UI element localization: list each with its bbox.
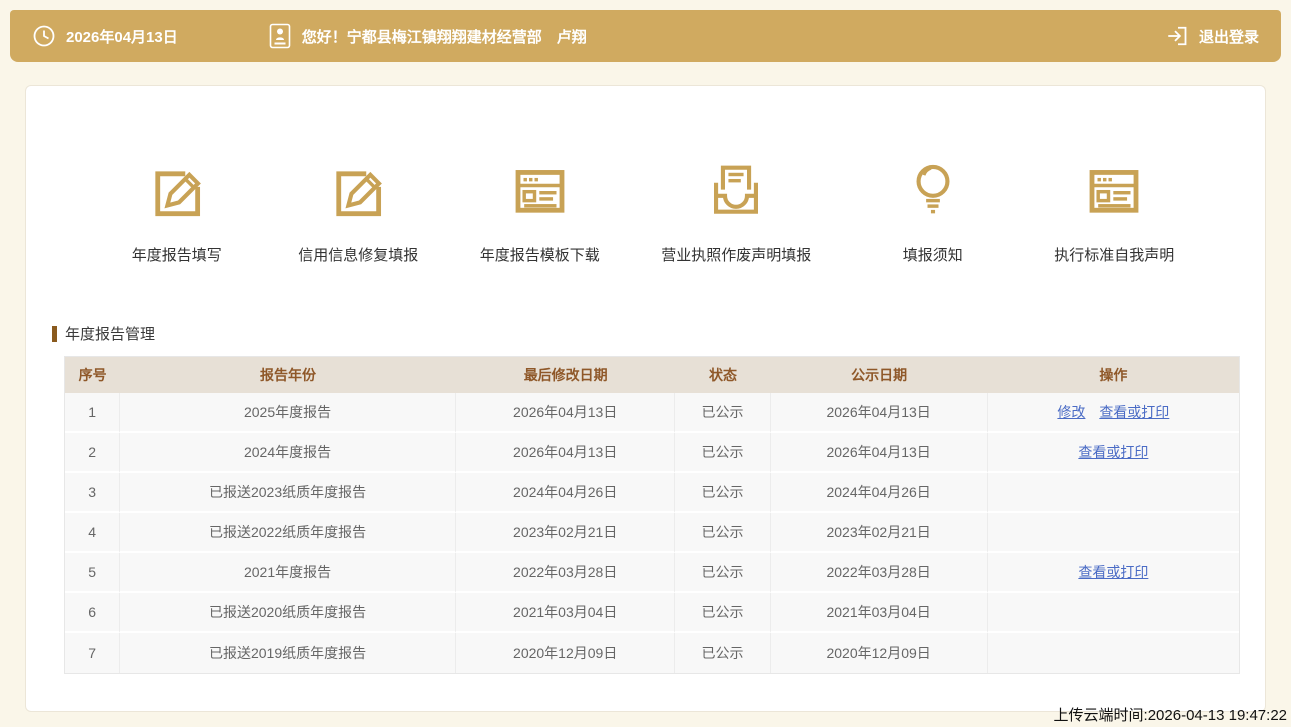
bulb-icon (873, 158, 993, 224)
cell-no: 4 (65, 513, 120, 553)
cell-published: 2026年04月13日 (771, 393, 988, 433)
cell-no: 3 (65, 473, 120, 513)
view-or-print-link[interactable]: 查看或打印 (1078, 564, 1148, 580)
col-header-year: 报告年份 (120, 357, 456, 393)
cell-modified: 2024年04月26日 (456, 473, 676, 513)
section-marker (52, 326, 57, 342)
table-row: 4 已报送2022纸质年度报告 2023年02月21日 已公示 2023年02月… (65, 513, 1239, 553)
logout-icon (1166, 24, 1190, 48)
table-header-row: 序号 报告年份 最后修改日期 状态 公示日期 操作 (65, 357, 1239, 393)
cell-no: 5 (65, 553, 120, 593)
shortcut-license-cancellation[interactable]: 营业执照作废声明填报 (661, 158, 811, 265)
top-header-bar: 2026年04月13日 您好！宁都县梅江镇翔翔建材经营部 卢翔 退出登录 (10, 10, 1281, 62)
header-user-group: 您好！宁都县梅江镇翔翔建材经营部 卢翔 (268, 23, 587, 49)
cell-published: 2022年03月28日 (771, 553, 988, 593)
table-row: 3 已报送2023纸质年度报告 2024年04月26日 已公示 2024年04月… (65, 473, 1239, 513)
cell-published: 2020年12月09日 (771, 633, 988, 673)
header-greeting: 您好！宁都县梅江镇翔翔建材经营部 卢翔 (302, 26, 587, 47)
cell-operation (988, 633, 1239, 673)
cell-status: 已公示 (675, 633, 770, 673)
logout-label: 退出登录 (1199, 26, 1259, 47)
cell-operation (988, 593, 1239, 633)
table-row: 7 已报送2019纸质年度报告 2020年12月09日 已公示 2020年12月… (65, 633, 1239, 673)
cell-modified: 2026年04月13日 (456, 393, 676, 433)
logout-button[interactable]: 退出登录 (1166, 24, 1259, 48)
cell-no: 2 (65, 433, 120, 473)
clock-icon (32, 24, 56, 48)
edit-icon (117, 158, 237, 224)
cell-modified: 2021年03月04日 (456, 593, 676, 633)
shortcut-filing-notes[interactable]: 填报须知 (873, 158, 993, 265)
cell-year: 已报送2023纸质年度报告 (120, 473, 456, 513)
cell-year: 2021年度报告 (120, 553, 456, 593)
table-row: 1 2025年度报告 2026年04月13日 已公示 2026年04月13日 修… (65, 393, 1239, 433)
annual-report-table: 序号 报告年份 最后修改日期 状态 公示日期 操作 1 2025年度报告 202… (64, 356, 1240, 674)
table-row: 2 2024年度报告 2026年04月13日 已公示 2026年04月13日 查… (65, 433, 1239, 473)
view-or-print-link[interactable]: 查看或打印 (1078, 444, 1148, 460)
table-row: 5 2021年度报告 2022年03月28日 已公示 2022年03月28日 查… (65, 553, 1239, 593)
shortcut-credit-repair[interactable]: 信用信息修复填报 (298, 158, 418, 265)
cell-published: 2026年04月13日 (771, 433, 988, 473)
user-seal-icon (268, 23, 292, 49)
shortcut-label: 信用信息修复填报 (298, 244, 418, 265)
cell-modified: 2020年12月09日 (456, 633, 676, 673)
shortcut-label: 填报须知 (873, 244, 993, 265)
shortcut-annual-report-fill[interactable]: 年度报告填写 (117, 158, 237, 265)
cell-modified: 2026年04月13日 (456, 433, 676, 473)
cell-status: 已公示 (675, 553, 770, 593)
section-header: 年度报告管理 (52, 323, 1265, 344)
header-date-group: 2026年04月13日 (32, 24, 178, 48)
shortcut-row: 年度报告填写 信用信息修复填报 (26, 86, 1265, 265)
cell-status: 已公示 (675, 473, 770, 513)
archive-icon (661, 158, 811, 224)
cell-status: 已公示 (675, 513, 770, 553)
cell-modified: 2022年03月28日 (456, 553, 676, 593)
cell-year: 已报送2022纸质年度报告 (120, 513, 456, 553)
col-header-no: 序号 (65, 357, 120, 393)
shortcut-template-download[interactable]: 年度报告模板下载 (480, 158, 600, 265)
cell-year: 已报送2020纸质年度报告 (120, 593, 456, 633)
cell-operation (988, 513, 1239, 553)
cell-status: 已公示 (675, 593, 770, 633)
cell-year: 已报送2019纸质年度报告 (120, 633, 456, 673)
section-title: 年度报告管理 (65, 323, 155, 344)
cell-modified: 2023年02月21日 (456, 513, 676, 553)
shortcut-label: 年度报告填写 (117, 244, 237, 265)
cell-operation (988, 473, 1239, 513)
cell-operation: 查看或打印 (988, 553, 1239, 593)
cell-no: 6 (65, 593, 120, 633)
cell-published: 2023年02月21日 (771, 513, 988, 553)
template-icon (480, 158, 600, 224)
cell-operation: 修改 查看或打印 (988, 393, 1239, 433)
cell-published: 2024年04月26日 (771, 473, 988, 513)
table-row: 6 已报送2020纸质年度报告 2021年03月04日 已公示 2021年03月… (65, 593, 1239, 633)
header-date: 2026年04月13日 (66, 26, 178, 47)
cell-status: 已公示 (675, 393, 770, 433)
shortcut-label: 执行标准自我声明 (1054, 244, 1174, 265)
upload-time-text: 上传云端时间:2026-04-13 19:47:22 (1054, 704, 1287, 725)
cell-operation: 查看或打印 (988, 433, 1239, 473)
template-icon (1054, 158, 1174, 224)
shortcut-label: 营业执照作废声明填报 (661, 244, 811, 265)
col-header-operation: 操作 (988, 357, 1239, 393)
cell-year: 2024年度报告 (120, 433, 456, 473)
col-header-modified: 最后修改日期 (456, 357, 676, 393)
shortcut-standard-declaration[interactable]: 执行标准自我声明 (1054, 158, 1174, 265)
cell-no: 7 (65, 633, 120, 673)
shortcut-label: 年度报告模板下载 (480, 244, 600, 265)
cell-year: 2025年度报告 (120, 393, 456, 433)
col-header-status: 状态 (675, 357, 770, 393)
view-or-print-link[interactable]: 查看或打印 (1099, 404, 1169, 420)
cell-published: 2021年03月04日 (771, 593, 988, 633)
cell-no: 1 (65, 393, 120, 433)
modify-link[interactable]: 修改 (1057, 404, 1085, 420)
main-card: 年度报告填写 信用信息修复填报 (25, 85, 1266, 712)
col-header-published: 公示日期 (771, 357, 988, 393)
cell-status: 已公示 (675, 433, 770, 473)
edit-icon (298, 158, 418, 224)
